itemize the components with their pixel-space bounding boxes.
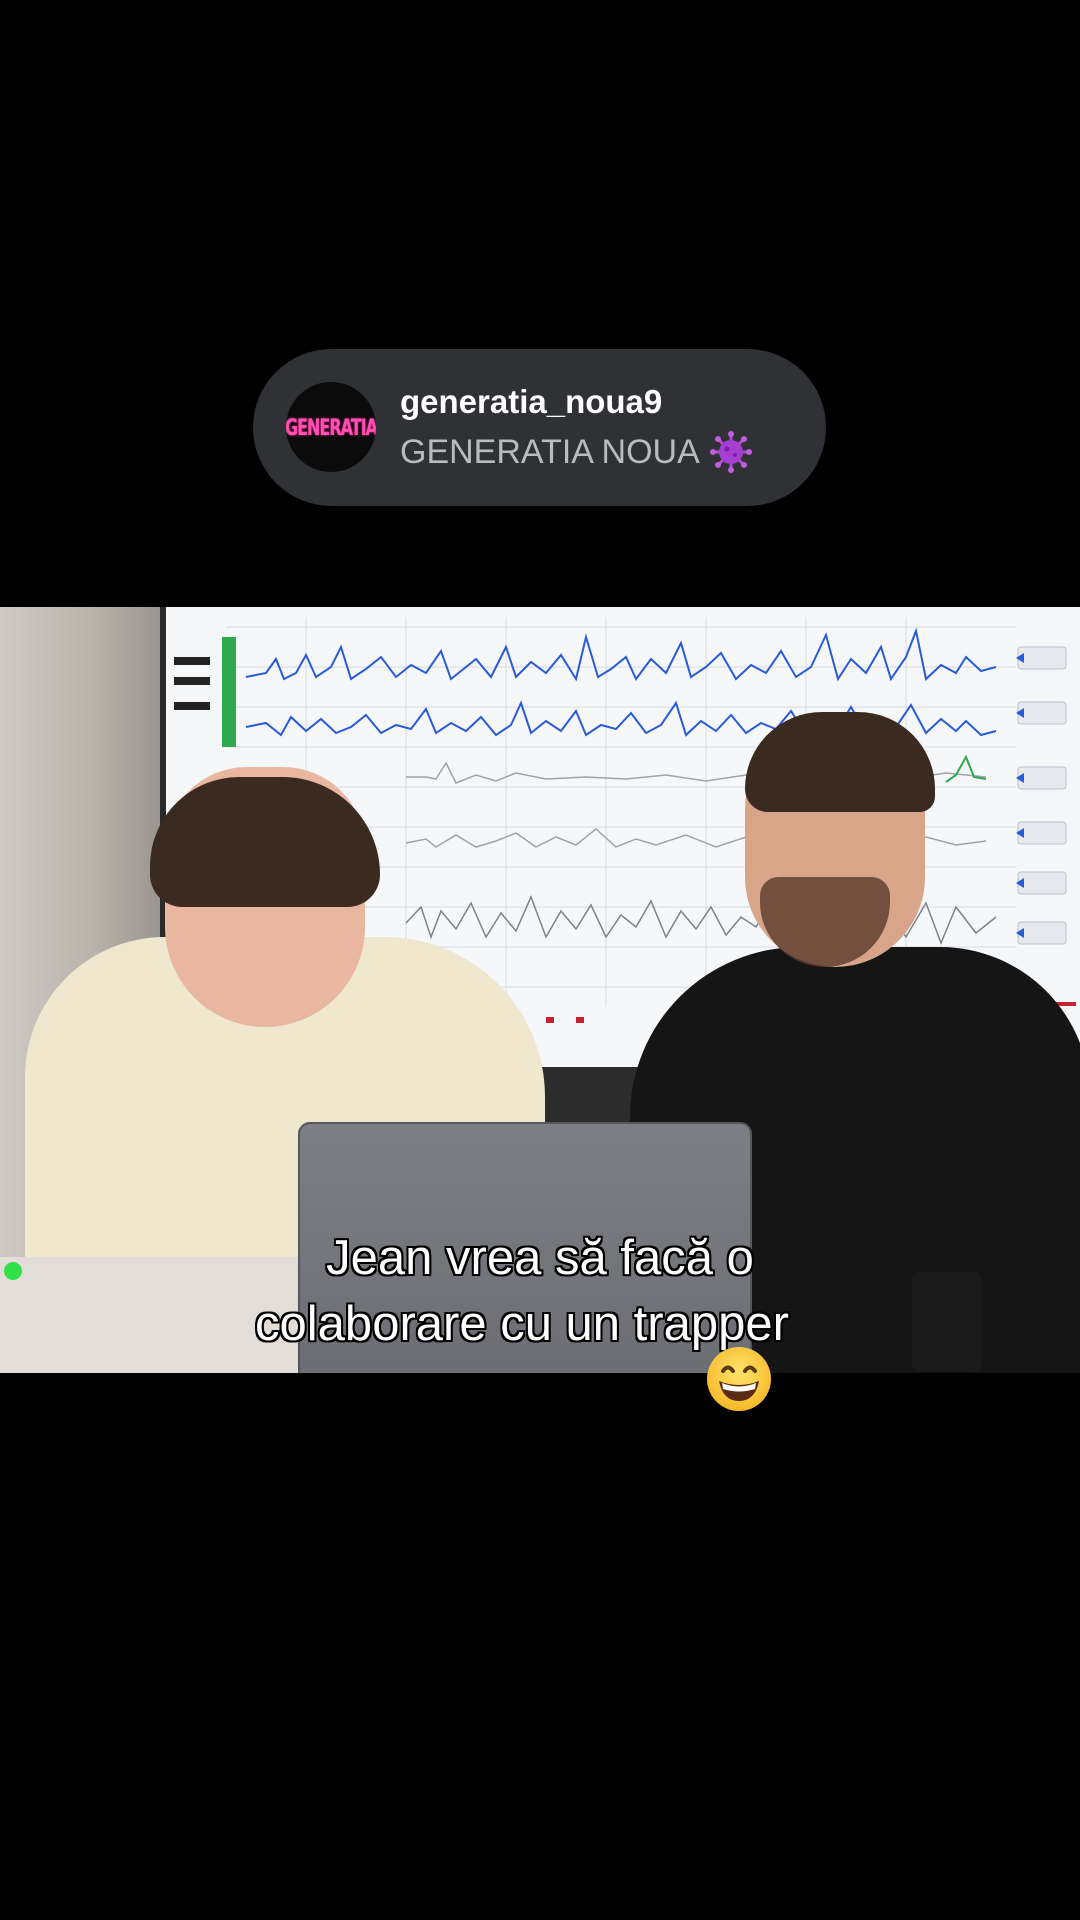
screen: GENERATIA generatia_noua9 GENERATIA NOUA: [0, 0, 1080, 1920]
virus-icon: [709, 431, 752, 473]
account-pill[interactable]: GENERATIA generatia_noua9 GENERATIA NOUA: [253, 349, 826, 506]
video-caption: Jean vrea să facă o colaborare cu un tra…: [0, 1225, 1080, 1357]
avatar[interactable]: GENERATIA: [286, 382, 376, 472]
account-display-name-row: GENERATIA NOUA: [400, 431, 752, 473]
caption-line-2: colaborare cu un trapper: [255, 1297, 789, 1351]
avatar-logo-text: GENERATIA: [286, 413, 376, 441]
account-username[interactable]: generatia_noua9: [400, 383, 662, 421]
caption-line-1: Jean vrea să facă o: [326, 1231, 754, 1285]
grinning-face-icon: [707, 1347, 771, 1411]
account-display-name: GENERATIA NOUA: [400, 432, 700, 471]
